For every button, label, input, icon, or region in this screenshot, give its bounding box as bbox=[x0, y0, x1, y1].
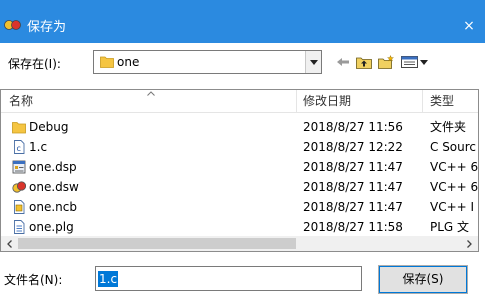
file-list[interactable]: 名称 修改日期 类型 Debug 2018/8/27 11:56 文件夹 c 1… bbox=[0, 89, 479, 252]
file-type: VC++ I bbox=[430, 200, 475, 214]
up-folder-button[interactable] bbox=[355, 52, 373, 72]
new-folder-icon bbox=[378, 55, 394, 69]
file-name: one.plg bbox=[29, 220, 74, 234]
c-source-file-icon: c bbox=[14, 140, 25, 154]
column-separator[interactable] bbox=[296, 90, 297, 113]
back-button[interactable] bbox=[335, 52, 351, 72]
folder-icon bbox=[12, 122, 26, 134]
column-header-name[interactable]: 名称 bbox=[9, 90, 33, 113]
location-combo[interactable]: one bbox=[93, 50, 322, 74]
chevron-down-icon[interactable] bbox=[305, 51, 321, 73]
filename-input[interactable]: 1.c bbox=[95, 266, 362, 291]
file-type: 文件夹 bbox=[430, 120, 467, 134]
file-type: C Sourc bbox=[430, 140, 477, 154]
file-date: 2018/8/27 11:56 bbox=[303, 120, 403, 134]
file-date: 2018/8/27 11:47 bbox=[303, 180, 403, 194]
view-menu-icon bbox=[401, 56, 428, 68]
file-date: 2018/8/27 11:47 bbox=[303, 200, 403, 214]
scrollbar-thumb[interactable] bbox=[18, 238, 296, 249]
chevron-left-icon[interactable] bbox=[5, 239, 15, 249]
file-name: one.ncb bbox=[29, 200, 77, 214]
horizontal-scrollbar[interactable] bbox=[1, 236, 478, 251]
filename-value[interactable]: 1.c bbox=[98, 271, 119, 287]
workspace-file-icon bbox=[12, 181, 26, 193]
view-menu-button[interactable] bbox=[400, 52, 430, 72]
app-icon bbox=[4, 20, 21, 30]
list-item[interactable]: Debug 2018/8/27 11:56 文件夹 bbox=[1, 117, 478, 137]
list-item[interactable]: one.dsp 2018/8/27 11:47 VC++ 6 bbox=[1, 157, 479, 177]
file-type: VC++ 6 bbox=[430, 180, 479, 194]
file-date: 2018/8/27 12:22 bbox=[303, 140, 403, 154]
column-separator[interactable] bbox=[422, 90, 423, 113]
save-button[interactable]: 保存(S) bbox=[378, 265, 468, 294]
file-name: 1.c bbox=[29, 140, 48, 154]
file-name: Debug bbox=[29, 120, 69, 134]
back-arrow-icon bbox=[337, 58, 349, 66]
up-folder-icon bbox=[356, 57, 372, 69]
list-item[interactable]: c 1.c 2018/8/27 12:22 C Sourc bbox=[1, 137, 478, 157]
window-title: 保存为 bbox=[27, 20, 67, 35]
file-date: 2018/8/27 11:58 bbox=[303, 220, 403, 234]
filename-label: 文件名(N): bbox=[4, 273, 63, 287]
location-label: 保存在(I): bbox=[8, 57, 61, 71]
ncb-file-icon bbox=[14, 200, 25, 214]
project-file-icon bbox=[12, 160, 26, 174]
file-name: one.dsw bbox=[29, 180, 79, 194]
new-folder-button[interactable] bbox=[377, 52, 395, 72]
plg-file-icon bbox=[14, 220, 25, 234]
list-item[interactable]: one.plg 2018/8/27 11:58 PLG 文 bbox=[1, 217, 478, 237]
chevron-right-icon[interactable] bbox=[464, 239, 474, 249]
file-type: VC++ 6 bbox=[430, 160, 479, 174]
column-header-date[interactable]: 修改日期 bbox=[303, 90, 351, 113]
svg-text:c: c bbox=[17, 144, 21, 153]
list-item[interactable]: one.ncb 2018/8/27 11:47 VC++ I bbox=[1, 197, 478, 217]
location-value: one bbox=[117, 55, 140, 69]
list-item[interactable]: one.dsw 2018/8/27 11:47 VC++ 6 bbox=[1, 177, 479, 197]
file-date: 2018/8/27 11:47 bbox=[303, 160, 403, 174]
list-header: 名称 修改日期 类型 bbox=[1, 90, 478, 113]
title-bar: 保存为 × bbox=[0, 0, 485, 43]
sort-ascending-icon bbox=[147, 91, 155, 96]
file-name: one.dsp bbox=[29, 160, 77, 174]
file-type: PLG 文 bbox=[430, 220, 470, 234]
column-header-type[interactable]: 类型 bbox=[430, 90, 454, 113]
close-button[interactable]: × bbox=[456, 14, 482, 38]
folder-icon bbox=[100, 56, 114, 68]
